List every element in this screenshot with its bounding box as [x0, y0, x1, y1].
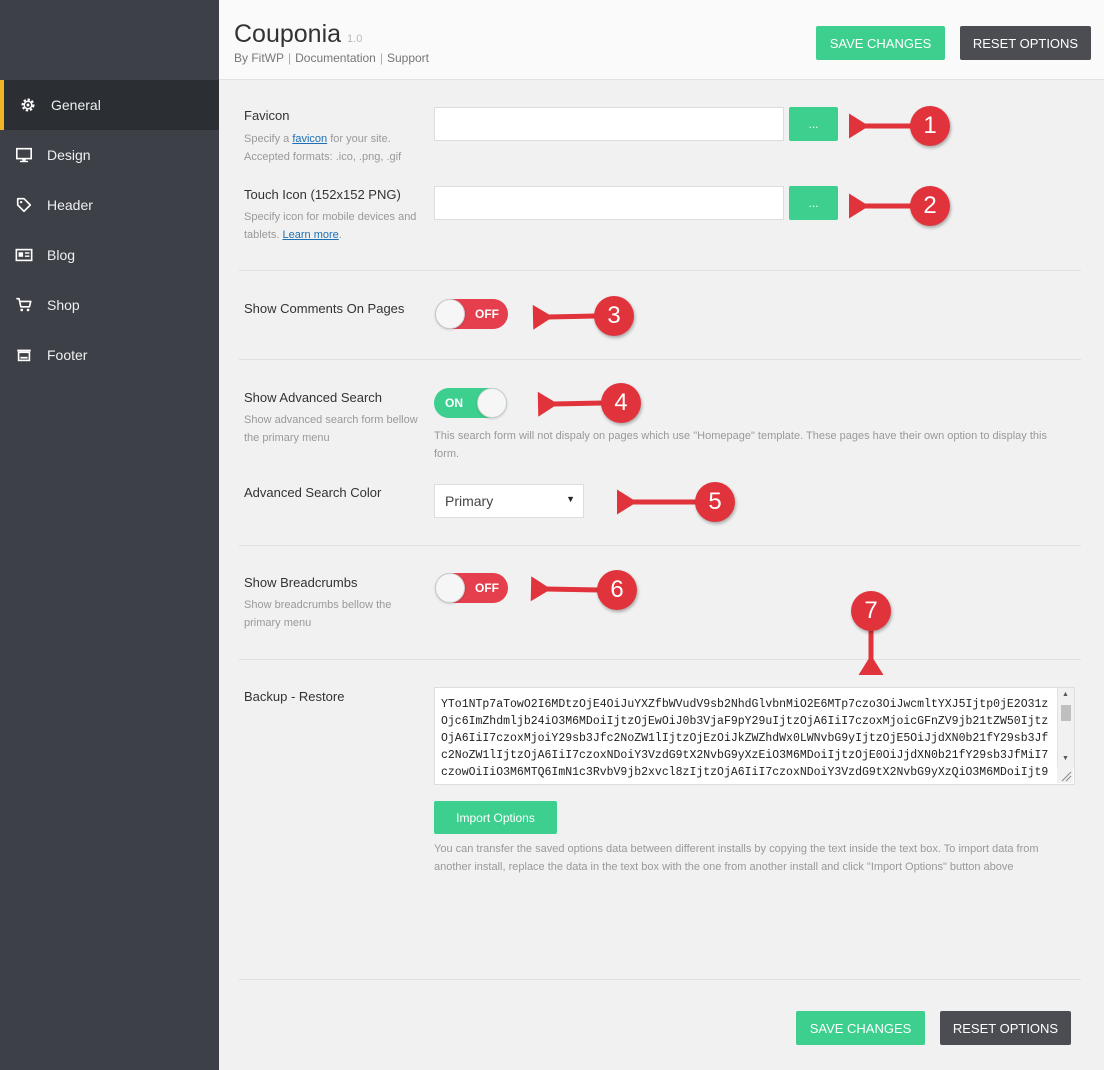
section-divider	[239, 659, 1081, 660]
sidebar-item-label: Blog	[47, 247, 76, 263]
sidebar-item-general[interactable]: General	[0, 80, 219, 130]
newspaper-icon	[14, 245, 34, 265]
sidebar-item-design[interactable]: Design	[0, 130, 219, 180]
touch-icon-description: Specify icon for mobile devices and tabl…	[244, 208, 424, 244]
favicon-browse-button[interactable]: ...	[789, 107, 838, 141]
footer-save-changes-button[interactable]: SAVE CHANGES	[796, 1011, 925, 1045]
learn-more-link[interactable]: Learn more	[283, 229, 339, 241]
scrollbar-thumb[interactable]	[1061, 705, 1071, 721]
selected-value: Primary	[445, 493, 494, 509]
sidebar-item-footer[interactable]: Footer	[0, 330, 219, 380]
annotation-badge-6: 6	[597, 570, 637, 610]
section-divider	[239, 979, 1081, 980]
author-label: By FitWP	[234, 51, 284, 65]
byline: By FitWP | Documentation | Support	[234, 51, 429, 65]
touch-icon-label: Touch Icon (152x152 PNG)	[244, 187, 401, 202]
section-divider	[239, 270, 1081, 271]
app-title: Couponia 1.0	[234, 20, 362, 49]
cart-icon	[14, 295, 34, 315]
monitor-icon	[14, 145, 34, 165]
resize-grip-icon[interactable]	[1057, 767, 1073, 783]
annotation-badge-7: 7	[851, 591, 891, 631]
annotation-badge-2: 2	[910, 186, 950, 226]
support-link[interactable]: Support	[387, 51, 429, 65]
advanced-search-description: Show advanced search form bellow the pri…	[244, 414, 418, 444]
reset-options-button[interactable]: RESET OPTIONS	[960, 26, 1091, 60]
search-color-select[interactable]: Primary ▼	[434, 484, 584, 518]
advanced-search-toggle[interactable]: ON	[434, 388, 507, 418]
touch-icon-browse-button[interactable]: ...	[789, 186, 838, 220]
section-divider	[239, 359, 1081, 360]
page-header: Couponia 1.0 By FitWP | Documentation | Suppo…	[219, 0, 1104, 80]
annotation-badge-3: 3	[594, 296, 634, 336]
search-color-label: Advanced Search Color	[244, 485, 382, 500]
separator: |	[288, 51, 292, 65]
sidebar-item-blog[interactable]: Blog	[0, 230, 219, 280]
favicon-desc-text: Specify a	[244, 133, 293, 145]
annotation-badge-1: 1	[910, 106, 950, 146]
comments-toggle[interactable]: OFF	[435, 299, 508, 329]
footer-reset-options-button[interactable]: RESET OPTIONS	[940, 1011, 1071, 1045]
section-divider	[239, 545, 1081, 546]
sidebar-item-header[interactable]: Header	[0, 180, 219, 230]
touch-icon-desc-end: .	[338, 229, 342, 241]
favicon-desc-text: for your site.	[327, 133, 391, 145]
tag-icon	[14, 195, 34, 215]
favicon-input[interactable]	[434, 107, 784, 141]
favicon-description: Specify a favicon for your site. Accepte…	[244, 130, 424, 166]
settings-panel: Favicon Specify a favicon for your site.…	[219, 81, 1104, 1070]
sidebar-item-label: Footer	[47, 347, 88, 363]
caret-down-icon: ▼	[566, 494, 575, 504]
save-changes-button[interactable]: SAVE CHANGES	[816, 26, 945, 60]
backup-note: You can transfer the saved options data …	[434, 843, 1039, 873]
touch-icon-input[interactable]	[434, 186, 784, 220]
footer-icon	[14, 345, 34, 365]
advanced-search-label: Show Advanced Search	[244, 390, 383, 405]
backup-data-text: YTo1NTp7aTowO2I6MDtzOjE4OiJuYXZfbWVudV9s…	[441, 698, 1049, 779]
sidebar-item-label: Design	[47, 147, 91, 163]
annotation-badge-5: 5	[695, 482, 735, 522]
sidebar: General Design Header Blog Shop Footer	[0, 0, 219, 1070]
favicon-formats-text: Accepted formats: .ico, .png, .gif	[244, 151, 402, 163]
toggle-knob	[435, 299, 465, 329]
scroll-down-icon[interactable]: ▼	[1062, 755, 1069, 762]
toggle-state: OFF	[475, 581, 499, 595]
favicon-link[interactable]: favicon	[292, 133, 327, 145]
backup-textarea[interactable]: YTo1NTp7aTowO2I6MDtzOjE4OiJuYXZfbWVudV9s…	[434, 687, 1075, 785]
gear-icon	[18, 95, 38, 115]
breadcrumbs-toggle[interactable]: OFF	[435, 573, 508, 603]
import-options-button[interactable]: Import Options	[434, 801, 557, 834]
toggle-knob	[435, 573, 465, 603]
comments-label: Show Comments On Pages	[244, 301, 405, 316]
toggle-state: OFF	[475, 307, 499, 321]
scroll-up-icon[interactable]: ▲	[1062, 691, 1069, 698]
sidebar-item-label: General	[51, 97, 101, 113]
breadcrumbs-label: Show Breadcrumbs	[244, 575, 358, 590]
advanced-search-note: This search form will not dispaly on pag…	[434, 430, 1047, 460]
toggle-state: ON	[445, 396, 463, 410]
sidebar-item-shop[interactable]: Shop	[0, 280, 219, 330]
annotation-badge-4: 4	[601, 383, 641, 423]
textarea-scrollbar[interactable]: ▲ ▼	[1057, 688, 1074, 768]
breadcrumbs-description: Show breadcrumbs bellow the primary menu	[244, 599, 392, 629]
toggle-knob	[477, 388, 507, 418]
documentation-link[interactable]: Documentation	[295, 51, 376, 65]
backup-label: Backup - Restore	[244, 689, 345, 704]
sidebar-nav: General Design Header Blog Shop Footer	[0, 80, 219, 380]
favicon-label: Favicon	[244, 108, 290, 123]
app-name: Couponia	[234, 20, 342, 48]
sidebar-item-label: Header	[47, 197, 93, 213]
sidebar-item-label: Shop	[47, 297, 80, 313]
separator: |	[379, 51, 383, 65]
app-version: 1.0	[347, 33, 363, 45]
